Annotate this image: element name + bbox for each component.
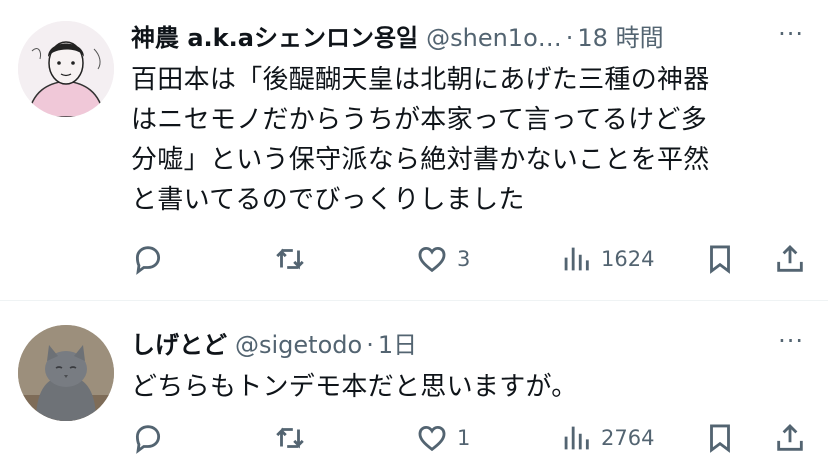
views-icon	[564, 247, 589, 271]
tweet[interactable]: しげとど @sigetodo · 1日 ··· どちらもトンデモ本だと思いますが…	[0, 301, 828, 475]
views-count: 1624	[601, 247, 655, 271]
reply-button[interactable]	[131, 421, 165, 455]
reply-icon	[135, 246, 161, 275]
tweet-header: 神農 a.k.aシェンロン용일 @shen1o… · 18 時間	[131, 18, 810, 56]
retweet-button[interactable]	[273, 242, 307, 276]
separator: ·	[565, 24, 574, 52]
author-handle[interactable]: @shen1o…	[426, 24, 562, 52]
like-button[interactable]: 3	[415, 242, 470, 276]
heart-icon	[418, 246, 446, 273]
more-options-icon[interactable]: ···	[778, 329, 804, 353]
bookmark-icon	[710, 245, 730, 274]
retweet-icon	[276, 427, 304, 449]
views-icon	[564, 426, 589, 450]
author-name[interactable]: 神農 a.k.aシェンロン용일	[131, 18, 418, 53]
heart-icon	[418, 425, 446, 452]
share-icon	[777, 244, 803, 272]
like-button[interactable]: 1	[415, 421, 470, 455]
person-sketch-icon	[18, 21, 114, 117]
tweet-text: どちらもトンデモ本だと思いますが。	[131, 367, 810, 407]
bookmark-icon	[710, 424, 730, 453]
author-name[interactable]: しげとど	[131, 325, 227, 360]
author-handle[interactable]: @sigetodo	[235, 331, 362, 359]
tweet[interactable]: 神農 a.k.aシェンロン용일 @shen1o… · 18 時間 ··· 百田本…	[0, 0, 828, 301]
gray-cat-icon	[18, 325, 114, 421]
tweet-text-line: どちらもトンデモ本だと思いますが。	[131, 372, 578, 402]
timestamp[interactable]: 18 時間	[577, 18, 663, 53]
like-count: 3	[457, 247, 471, 271]
views-count: 2764	[601, 426, 655, 450]
views-button[interactable]: 2764	[559, 421, 654, 455]
action-bar: 1 2764	[131, 418, 810, 458]
tweet-text-line: はニセモノだからうちが本家って言ってるけど多	[131, 105, 708, 135]
avatar[interactable]	[18, 21, 114, 117]
share-button[interactable]	[773, 242, 807, 276]
bookmark-button[interactable]	[703, 242, 737, 276]
reply-button[interactable]	[131, 242, 165, 276]
timestamp[interactable]: 1日	[378, 325, 417, 360]
tweet-header: しげとど @sigetodo · 1日	[131, 325, 810, 363]
tweet-text-line: 分嘘」という保守派なら絶対書かないことを平然	[131, 145, 710, 175]
tweet-text: 百田本は「後醍醐天皇は北朝にあげた三種の神器 はニセモノだからうちが本家って言っ…	[131, 60, 810, 220]
views-button[interactable]: 1624	[559, 242, 654, 276]
share-icon	[777, 423, 803, 451]
more-options-icon[interactable]: ···	[778, 22, 804, 46]
tweet-text-line: 百田本は「後醍醐天皇は北朝にあげた三種の神器	[131, 65, 710, 95]
tweet-text-line: と書いてるのでびっくりしました	[131, 185, 525, 215]
action-bar: 3 1624	[131, 239, 810, 279]
bookmark-button[interactable]	[703, 421, 737, 455]
separator: ·	[366, 331, 374, 359]
like-count: 1	[457, 426, 471, 450]
reply-icon	[135, 425, 161, 454]
retweet-button[interactable]	[273, 421, 307, 455]
share-button[interactable]	[773, 421, 807, 455]
retweet-icon	[276, 248, 304, 270]
avatar[interactable]	[18, 325, 114, 421]
